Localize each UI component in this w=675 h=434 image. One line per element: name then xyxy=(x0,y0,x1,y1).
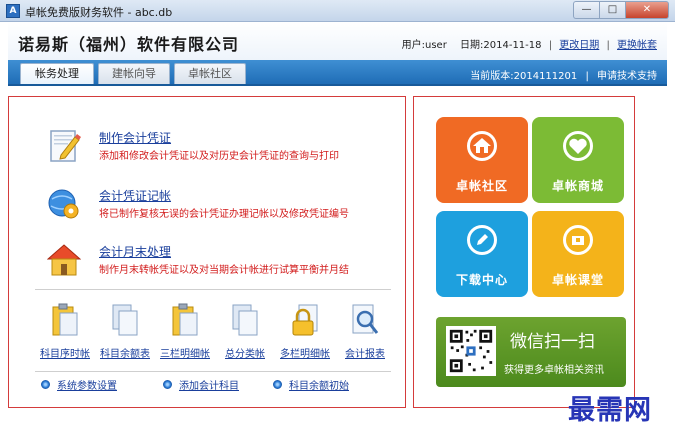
task-title[interactable]: 会计凭证记帐 xyxy=(99,187,171,204)
tile-label: 下载中心 xyxy=(455,273,508,287)
report-toolbar: 科目序时帐 科目余额表 三栏明细帐 总分类帐 多栏明细帐 会计报表 xyxy=(35,303,391,363)
tile-classroom[interactable]: 卓帐课堂 xyxy=(532,211,624,297)
task-desc: 制作月末转帐凭证以及对当期会计帐进行试算平衡并月结 xyxy=(99,265,349,276)
docs-stack-icon xyxy=(232,304,258,336)
company-name: 诺易斯（福州）软件有限公司 xyxy=(18,35,240,54)
header-info: 用户:user 日期:2014-11-18 | 更改日期 | 更换帐套 xyxy=(402,36,657,51)
task-make-voucher[interactable]: 制作会计凭证 添加和修改会计凭证以及对历史会计凭证的查询与打印 xyxy=(47,127,387,167)
task-desc: 添加和修改会计凭证以及对历史会计凭证的查询与打印 xyxy=(99,151,339,162)
link-label[interactable]: 科目余额初始 xyxy=(289,377,349,392)
clipboard-doc-icon xyxy=(172,303,198,336)
date-label: 日期:2014-11-18 xyxy=(460,40,542,51)
gear-globe-icon xyxy=(48,189,79,219)
header: 诺易斯（福州）软件有限公司 用户:user 日期:2014-11-18 | 更改… xyxy=(8,22,667,60)
separator: | xyxy=(606,40,610,51)
magnifier-doc-icon xyxy=(352,304,379,334)
link-label[interactable]: 添加会计科目 xyxy=(179,377,239,392)
report-balance[interactable]: 科目余额表 xyxy=(95,303,155,363)
bullet-icon xyxy=(273,380,282,389)
lock-doc-icon xyxy=(292,304,318,336)
wechat-banner[interactable]: 微信扫一扫 获得更多卓帐相关资讯 xyxy=(436,317,626,387)
report-financial[interactable]: 会计报表 xyxy=(335,303,395,363)
portal-panel: 卓帐社区 卓帐商城 下载中心 卓帐课堂 微信扫一扫 获得更多卓帐相关资讯 xyxy=(413,96,635,408)
user-label: 用户:user xyxy=(401,40,447,51)
window-title: 卓帐免费版财务软件 - abc.db xyxy=(25,6,173,19)
report-journal[interactable]: 科目序时帐 xyxy=(35,303,95,363)
tile-store[interactable]: 卓帐商城 xyxy=(532,117,624,203)
quick-links: 系统参数设置 添加会计科目 科目余额初始 xyxy=(35,377,391,397)
support-link[interactable]: 申请技术支持 xyxy=(597,71,657,82)
bullet-icon xyxy=(163,380,172,389)
separator: | xyxy=(548,40,553,51)
tile-label: 卓帐课堂 xyxy=(551,273,604,287)
task-month-end[interactable]: 会计月末处理 制作月末转帐凭证以及对当期会计帐进行试算平衡并月结 xyxy=(47,241,387,281)
tile-label: 卓帐商城 xyxy=(551,179,604,193)
switch-ledger-link[interactable]: 更换帐套 xyxy=(617,40,657,51)
tab-setup-wizard[interactable]: 建帐向导 xyxy=(98,63,170,84)
task-title[interactable]: 制作会计凭证 xyxy=(99,129,171,146)
tile-downloads[interactable]: 下载中心 xyxy=(436,211,528,297)
report-three-column[interactable]: 三栏明细帐 xyxy=(155,303,215,363)
watermark: 最需网 xyxy=(568,395,652,426)
task-post-voucher[interactable]: 会计凭证记帐 将已制作复核无误的会计凭证办理记帐以及修改凭证编号 xyxy=(47,185,387,225)
report-multi-column[interactable]: 多栏明细帐 xyxy=(275,303,335,363)
maximize-button[interactable]: □ xyxy=(599,1,625,19)
version-info: 当前版本:2014111201 | 申请技术支持 xyxy=(470,67,657,82)
docs-stack-icon xyxy=(112,304,138,336)
edit-document-icon xyxy=(50,130,81,162)
window-controls: — □ ✕ xyxy=(573,1,669,19)
divider xyxy=(35,371,391,372)
version-label: 当前版本:2014111201 xyxy=(470,71,578,82)
report-label[interactable]: 会计报表 xyxy=(329,345,401,360)
house-icon xyxy=(47,244,81,276)
task-title[interactable]: 会计月末处理 xyxy=(99,243,171,260)
bullet-icon xyxy=(41,380,50,389)
tab-bar: 帐务处理 建帐向导 卓帐社区 当前版本:2014111201 | 申请技术支持 xyxy=(8,60,667,86)
tab-accounting[interactable]: 帐务处理 xyxy=(20,63,94,84)
qr-code-icon xyxy=(446,326,496,376)
tile-label: 卓帐社区 xyxy=(455,179,508,193)
folder-icon xyxy=(563,225,593,255)
tile-community[interactable]: 卓帐社区 xyxy=(436,117,528,203)
close-button[interactable]: ✕ xyxy=(625,1,669,19)
report-general-ledger[interactable]: 总分类帐 xyxy=(215,303,275,363)
app-icon: A xyxy=(6,4,20,18)
minimize-button[interactable]: — xyxy=(573,1,599,19)
clipboard-doc-icon xyxy=(52,303,78,336)
wechat-subtitle: 获得更多卓帐相关资讯 xyxy=(504,365,604,376)
separator: | xyxy=(585,71,589,82)
title-bar: A 卓帐免费版财务软件 - abc.db — □ ✕ xyxy=(0,0,675,22)
divider xyxy=(35,289,391,290)
pencil-icon xyxy=(467,225,497,255)
tab-community[interactable]: 卓帐社区 xyxy=(174,63,246,84)
link-label[interactable]: 系统参数设置 xyxy=(57,377,117,392)
change-date-link[interactable]: 更改日期 xyxy=(559,40,599,51)
task-desc: 将已制作复核无误的会计凭证办理记帐以及修改凭证编号 xyxy=(99,209,349,220)
heart-icon xyxy=(563,131,593,161)
home-icon xyxy=(467,131,497,161)
tasks-panel: 制作会计凭证 添加和修改会计凭证以及对历史会计凭证的查询与打印 会计凭证记帐 将… xyxy=(8,96,406,408)
wechat-title: 微信扫一扫 xyxy=(510,332,595,352)
